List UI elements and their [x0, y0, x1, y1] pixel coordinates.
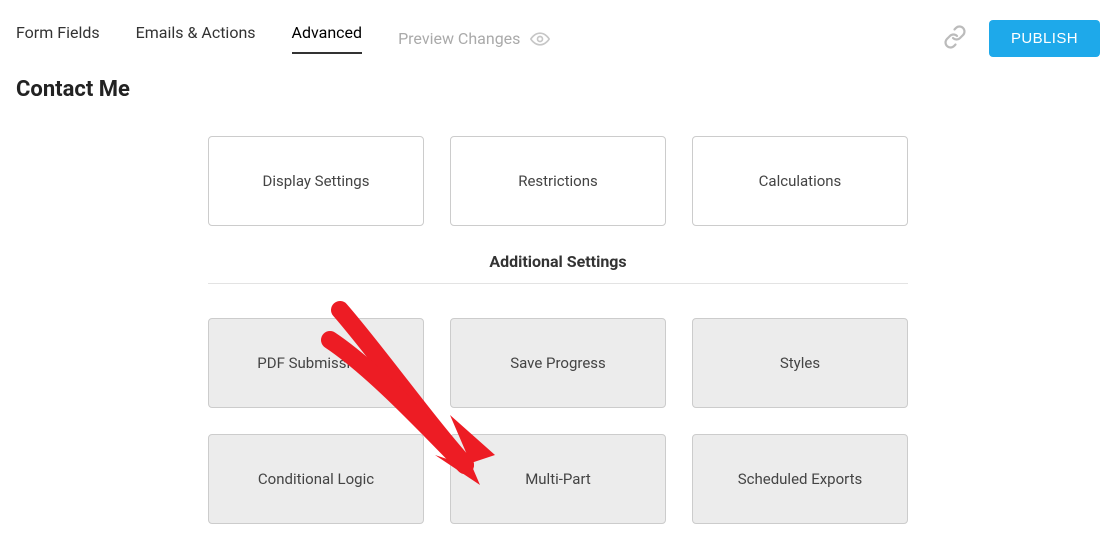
settings-panel: Display Settings Restrictions Calculatio…: [208, 136, 908, 524]
preview-changes[interactable]: Preview Changes: [398, 29, 550, 48]
top-bar: Form Fields Emails & Actions Advanced Pr…: [0, 0, 1116, 67]
tab-nav: Form Fields Emails & Actions Advanced: [16, 23, 362, 54]
additional-row-2: Conditional Logic Multi-Part Scheduled E…: [208, 434, 908, 524]
tab-advanced[interactable]: Advanced: [292, 23, 363, 54]
card-styles[interactable]: Styles: [692, 318, 908, 408]
card-save-progress[interactable]: Save Progress: [450, 318, 666, 408]
card-multi-part[interactable]: Multi-Part: [450, 434, 666, 524]
eye-icon: [530, 32, 550, 46]
divider: [208, 283, 908, 284]
preview-label: Preview Changes: [398, 29, 520, 48]
page-title: Contact Me: [0, 67, 1116, 112]
card-restrictions[interactable]: Restrictions: [450, 136, 666, 226]
card-display-settings[interactable]: Display Settings: [208, 136, 424, 226]
card-pdf-submissions[interactable]: PDF Submissions: [208, 318, 424, 408]
tab-emails-actions[interactable]: Emails & Actions: [136, 23, 256, 54]
publish-button[interactable]: PUBLISH: [989, 20, 1100, 57]
card-scheduled-exports[interactable]: Scheduled Exports: [692, 434, 908, 524]
additional-row-1: PDF Submissions Save Progress Styles: [208, 318, 908, 408]
card-conditional-logic[interactable]: Conditional Logic: [208, 434, 424, 524]
main-settings-row: Display Settings Restrictions Calculatio…: [208, 136, 908, 226]
section-title-additional: Additional Settings: [208, 252, 908, 271]
link-icon[interactable]: [943, 25, 967, 53]
tab-form-fields[interactable]: Form Fields: [16, 23, 100, 54]
card-calculations[interactable]: Calculations: [692, 136, 908, 226]
